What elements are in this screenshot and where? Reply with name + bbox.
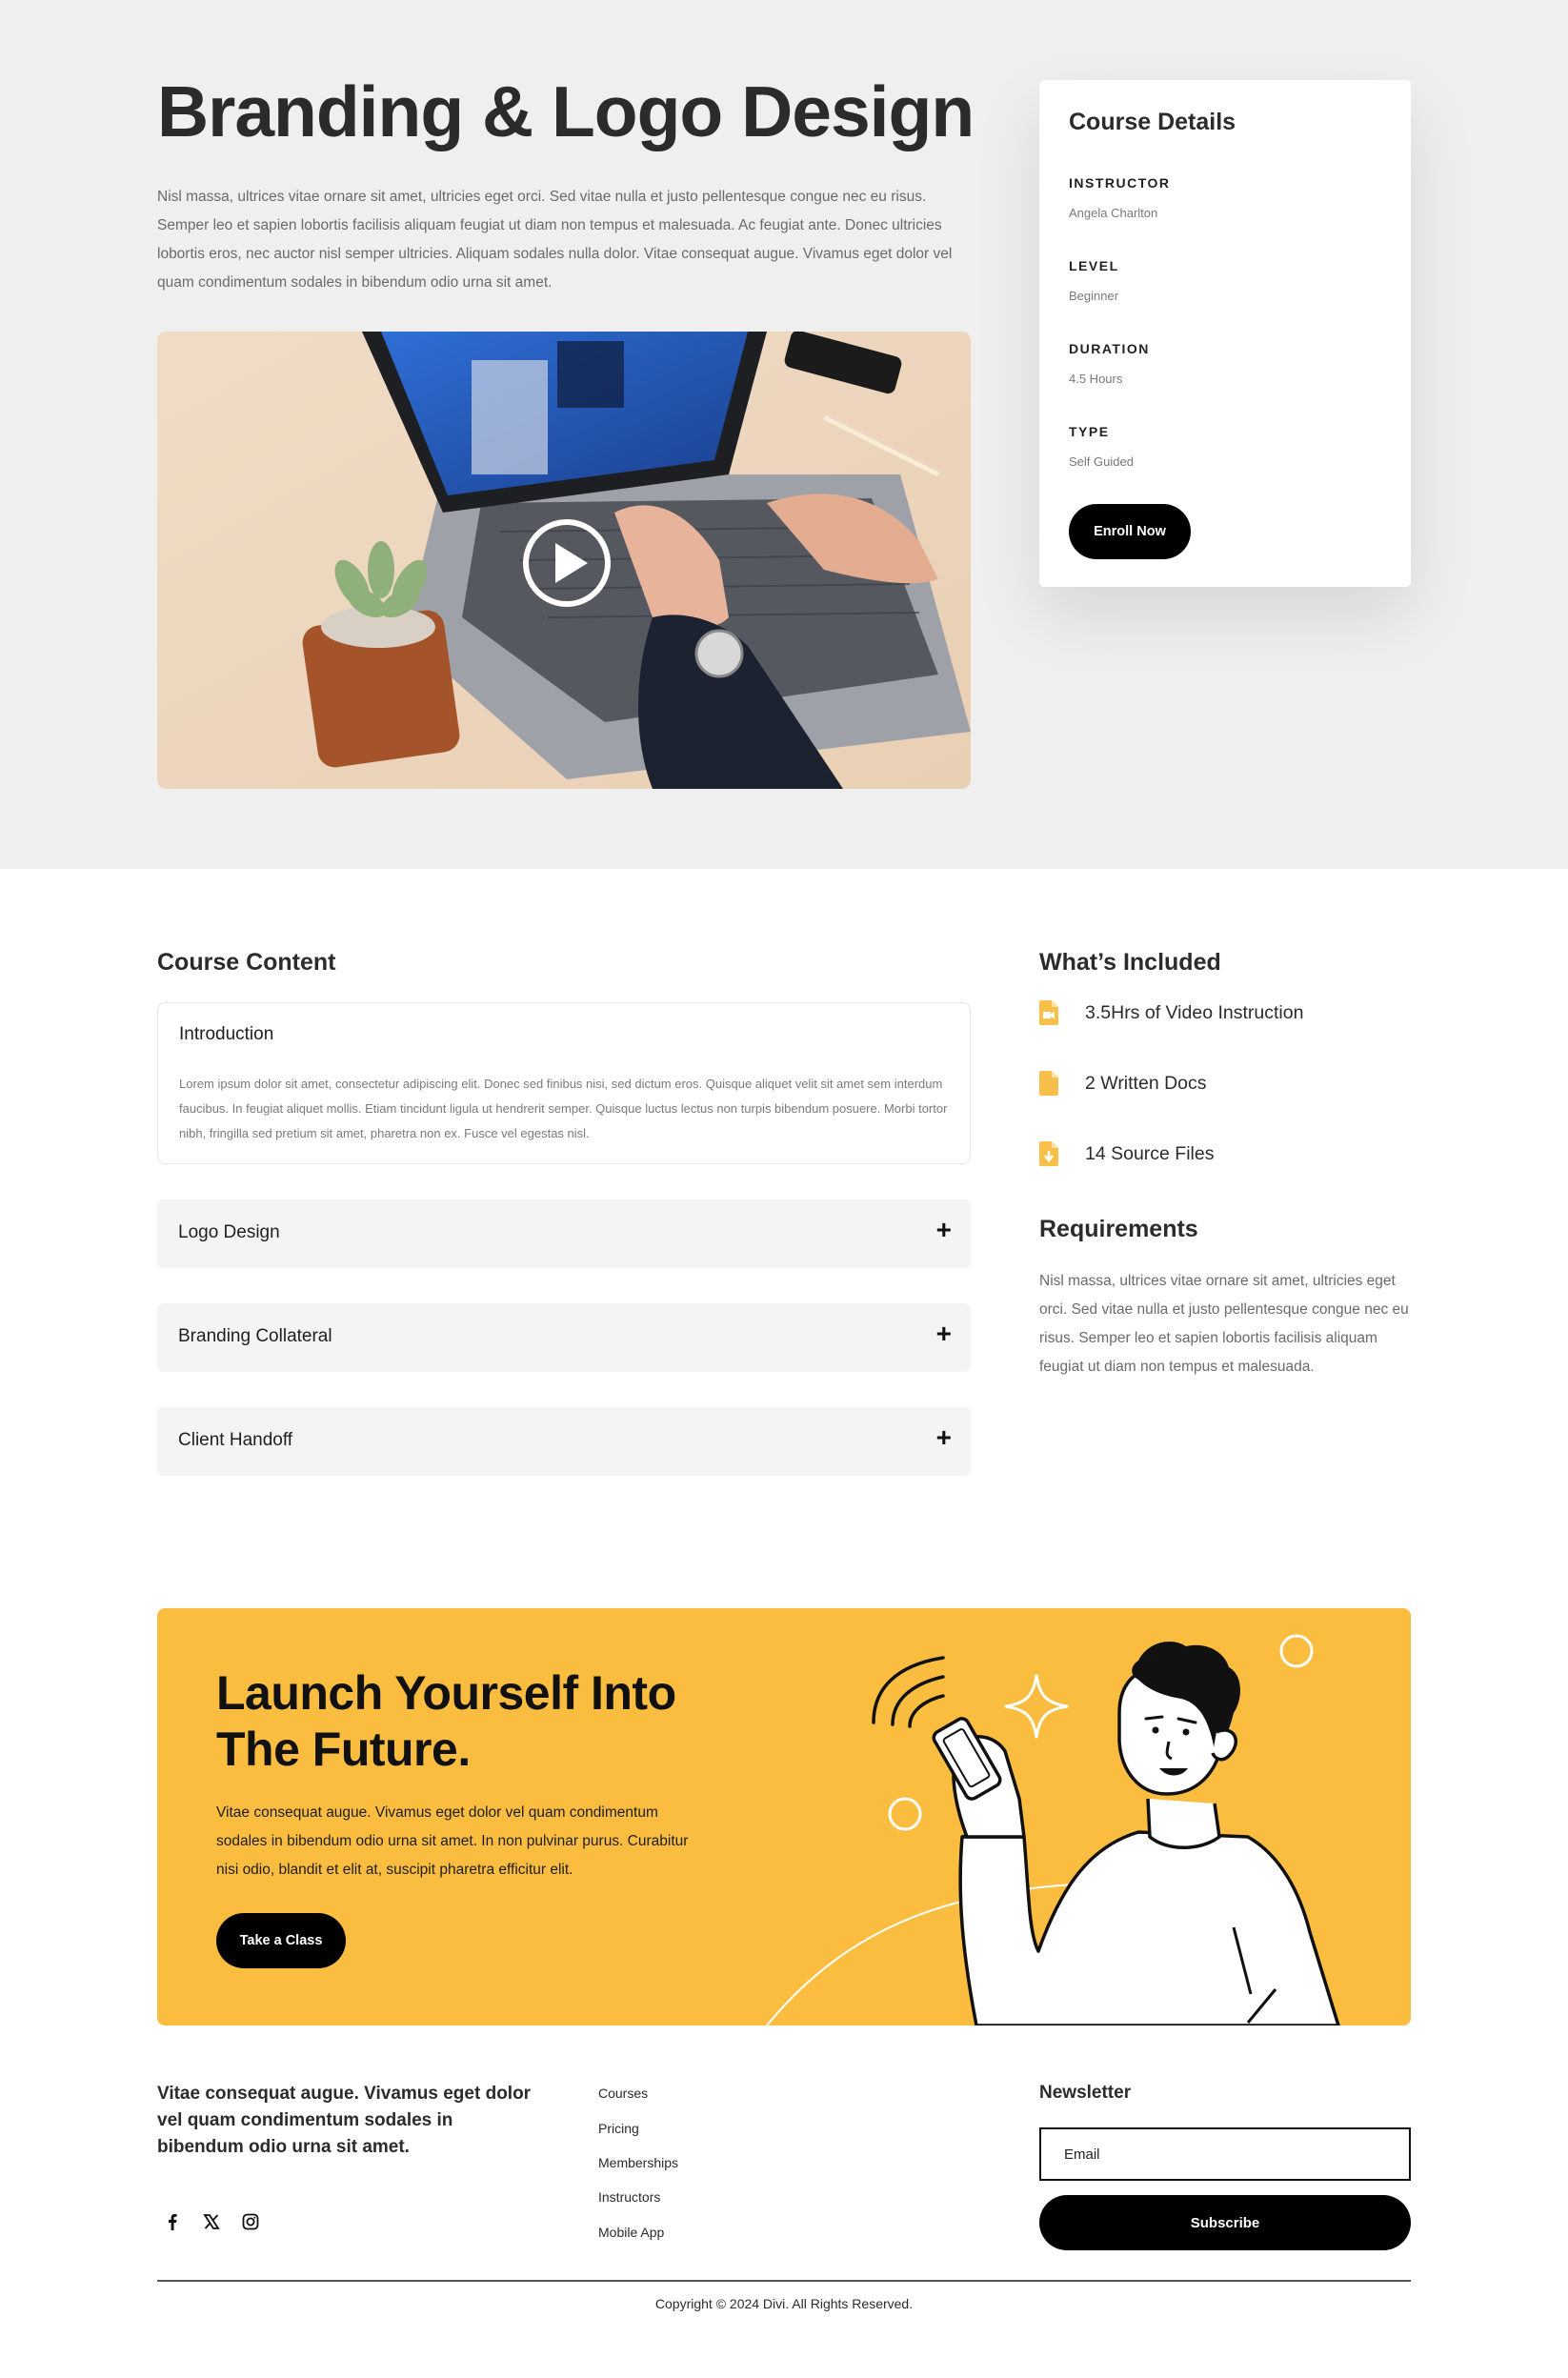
course-details-title: Course Details [1069,109,1236,135]
course-content-heading: Course Content [157,949,336,976]
facebook-icon [169,2214,177,2230]
footer-blurb: Vitae consequat augue. Vivamus eget dolo… [157,2084,532,2157]
plus-icon[interactable]: + [936,1424,952,1451]
document-icon [1039,1071,1058,1096]
instagram-icon [242,2213,259,2230]
type-label: TYPE [1069,424,1110,439]
level-value: Beginner [1069,289,1119,303]
whats-included-heading: What’s Included [1039,949,1221,976]
requirements-heading: Requirements [1039,1216,1198,1242]
duration-value: 4.5 Hours [1069,372,1123,386]
take-a-class-button[interactable]: Take a Class [216,1913,346,1968]
level-label: LEVEL [1069,258,1119,273]
instructor-label: INSTRUCTOR [1069,175,1171,191]
footer-link-instructors[interactable]: Instructors [598,2189,660,2205]
hero-description: Nisl massa, ultrices vitae ornare sit am… [157,189,953,291]
subscribe-button[interactable]: Subscribe [1039,2195,1411,2250]
course-details-card: Course Details INSTRUCTOR Angela Charlto… [1039,80,1411,587]
included-label: 14 Source Files [1085,1143,1215,1164]
instructor-value: Angela Charlton [1069,206,1158,220]
video-file-icon [1039,1000,1058,1025]
plus-icon[interactable]: + [936,1217,952,1243]
email-field[interactable] [1039,2127,1411,2181]
footer-link-memberships[interactable]: Memberships [598,2155,678,2170]
footer-link-pricing[interactable]: Pricing [598,2121,639,2136]
accordion-label: Client Handoff [178,1430,293,1450]
included-label: 3.5Hrs of Video Instruction [1085,1002,1304,1023]
course-video[interactable] [157,332,971,789]
hero-section: Branding & Logo Design Nisl massa, ultri… [0,0,1568,869]
requirements-body: Nisl massa, ultrices vitae ornare sit am… [1039,1273,1409,1375]
facebook-link[interactable] [157,2207,188,2237]
accordion-logo-design[interactable]: Logo Design + [157,1199,971,1268]
accordion-label: Logo Design [178,1222,280,1242]
cta-title: Launch Yourself Into The Future. [216,1666,676,1776]
page-title: Branding & Logo Design [157,71,975,151]
accordion-label: Branding Collateral [178,1326,332,1346]
intro-title: Introduction [179,1024,274,1044]
intro-module: Introduction Lorem ipsum dolor sit amet,… [157,1002,971,1164]
type-value: Self Guided [1069,454,1134,469]
cta-description: Vitae consequat augue. Vivamus eget dolo… [216,1804,689,1878]
copyright: Copyright © 2024 Divi. All Rights Reserv… [654,2296,914,2311]
included-label: 2 Written Docs [1085,1073,1207,1094]
x-icon [203,2214,220,2229]
newsletter-heading: Newsletter [1039,2083,1132,2103]
enroll-now-button[interactable]: Enroll Now [1069,504,1191,559]
instagram-link[interactable] [235,2207,266,2237]
footer-divider [157,2280,1411,2282]
download-file-icon [1039,1141,1058,1166]
video-thumbnail [157,332,971,789]
accordion-client-handoff[interactable]: Client Handoff + [157,1407,971,1476]
duration-label: DURATION [1069,341,1150,356]
footer-link-courses[interactable]: Courses [598,2086,648,2101]
plus-icon[interactable]: + [936,1320,952,1347]
x-link[interactable] [196,2207,227,2237]
footer-link-mobile-app[interactable]: Mobile App [598,2225,664,2240]
intro-body: Lorem ipsum dolor sit amet, consectetur … [179,1077,948,1140]
cta-banner: Launch Yourself Into The Future. Vitae c… [157,1608,1411,2025]
accordion-branding-collateral[interactable]: Branding Collateral + [157,1303,971,1372]
